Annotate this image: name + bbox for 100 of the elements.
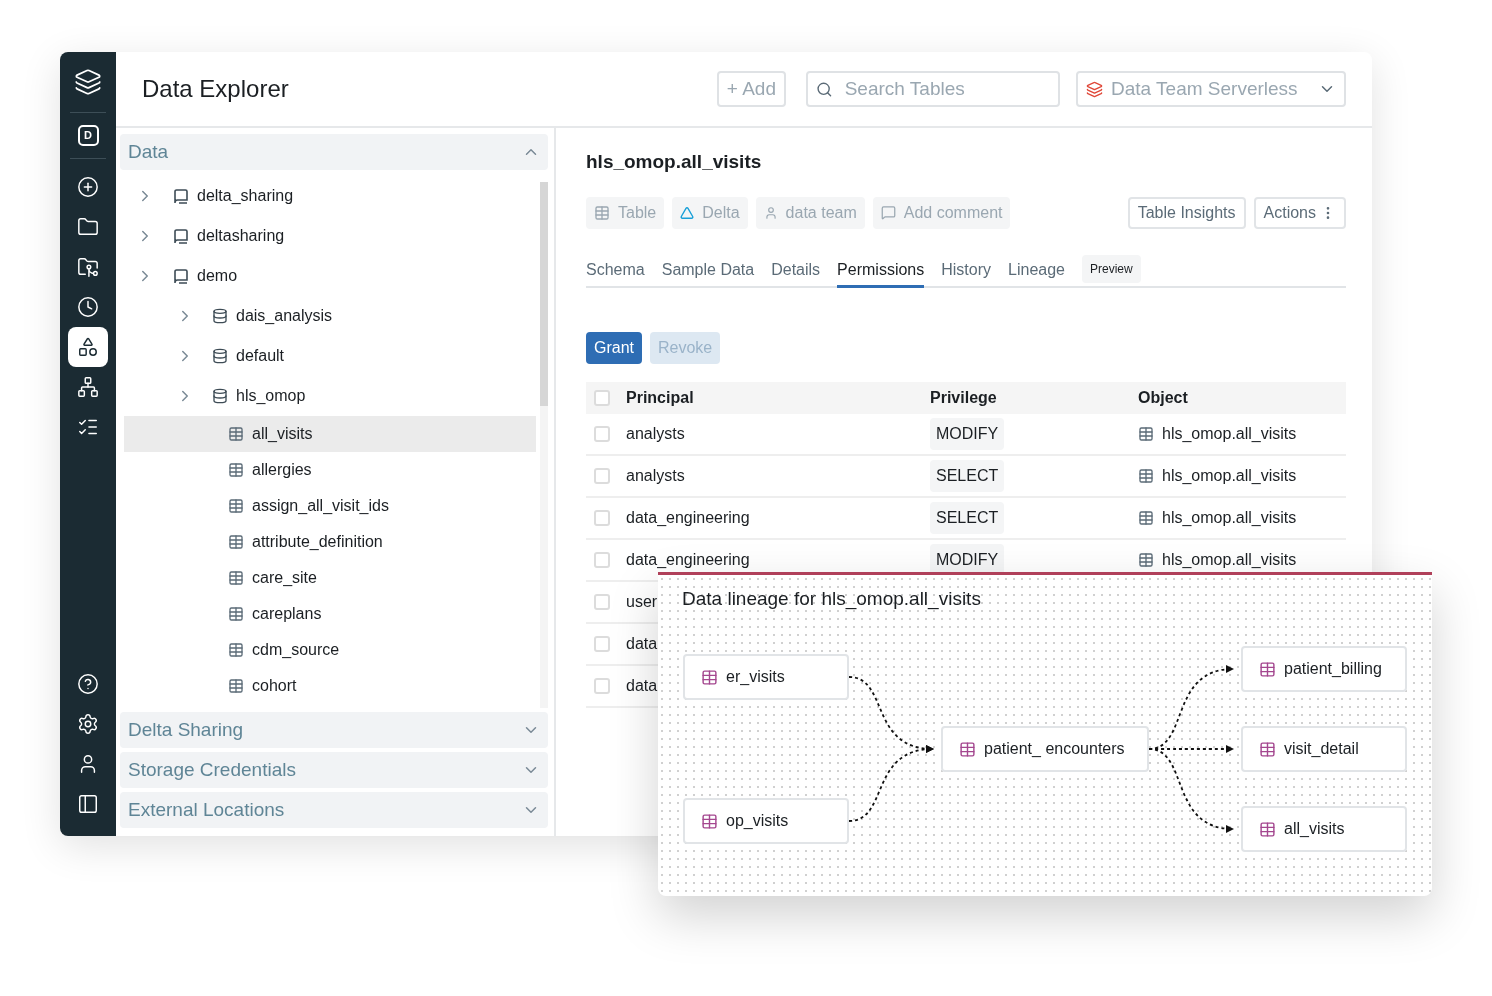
header-button[interactable]: Table Insights	[1127, 196, 1246, 229]
tree-item[interactable]: hls_omop	[124, 376, 536, 416]
lineage-node[interactable]: patient_billing	[1241, 646, 1407, 692]
search-box[interactable]: Search Tables	[806, 71, 1060, 107]
tab[interactable]: Details	[771, 257, 821, 288]
lineage-node[interactable]: op_visits	[683, 798, 849, 844]
tree-item-label: attribute_definition	[252, 532, 383, 552]
tree-item[interactable]: all_visits	[124, 416, 536, 452]
tree-item-label: demo	[197, 266, 238, 286]
catalog-icon	[172, 267, 189, 285]
tree-item-label: default	[236, 346, 285, 366]
shapes-icon[interactable]	[68, 327, 108, 367]
tree-item[interactable]: careplans	[124, 596, 536, 632]
header-button[interactable]: Actions	[1253, 196, 1346, 229]
lineage-node[interactable]: all_visits	[1241, 806, 1407, 852]
scrollbar[interactable]	[540, 182, 548, 708]
table-icon	[228, 570, 244, 586]
section-header[interactable]: Storage Credentials	[120, 752, 548, 788]
layers-logo-icon[interactable]	[74, 68, 102, 96]
user-icon	[763, 205, 778, 220]
tree-item-label: delta_sharing	[197, 186, 294, 206]
lineage-node[interactable]: er_visits	[683, 654, 849, 700]
table-cell: user	[626, 592, 658, 610]
lineage-node[interactable]: patient_ encounters	[941, 726, 1149, 772]
table-cell: analysts	[626, 466, 685, 484]
layers-icon	[1086, 80, 1103, 98]
node-label: er_visits	[726, 667, 785, 687]
tree-item[interactable]: dais_analysis	[124, 296, 536, 336]
table-icon	[228, 534, 244, 550]
node-label: all_visits	[1284, 819, 1345, 839]
table-cell-text: hls_omop.all_visits	[1162, 507, 1297, 528]
table-icon	[228, 606, 244, 622]
table-icon	[1259, 660, 1276, 678]
privilege-chip: MODIFY	[930, 417, 1005, 450]
tree-item[interactable]: deltasharing	[124, 216, 536, 256]
workspace-badge[interactable]: D	[77, 125, 99, 146]
column-header: Principal	[626, 387, 695, 408]
tree-item[interactable]: cdm_source	[124, 632, 536, 668]
action-button[interactable]: Grant	[586, 331, 642, 364]
table-icon	[228, 642, 244, 658]
checkbox[interactable]	[594, 425, 610, 442]
tab[interactable]: History	[941, 257, 992, 288]
column-header: Object	[1138, 387, 1188, 408]
checkbox[interactable]	[594, 389, 610, 406]
section-header[interactable]: External Locations	[120, 792, 548, 828]
table-cell: analysts	[626, 424, 685, 442]
tree-item[interactable]: delta_sharing	[124, 176, 536, 216]
checkbox[interactable]	[594, 593, 610, 610]
table-icon	[594, 204, 610, 221]
table-cell-text: hls_omop.all_visits	[1162, 465, 1297, 486]
tree-item[interactable]: allergies	[124, 452, 536, 488]
section-header[interactable]: Delta Sharing	[120, 712, 548, 748]
tree-item-label: cohort	[252, 676, 297, 696]
tab[interactable]: Sample Data	[661, 257, 755, 288]
tab[interactable]: Schema	[586, 257, 645, 288]
lineage-title: Data lineage for hls_omop.all_visits	[682, 587, 981, 612]
table-icon	[228, 678, 244, 694]
checkbox[interactable]	[594, 467, 610, 484]
tree-item-label: allergies	[252, 460, 312, 480]
tree-item[interactable]: demo	[124, 256, 536, 296]
checkbox[interactable]	[594, 677, 610, 694]
tree-item-label: assign_all_visit_ids	[252, 496, 389, 516]
tree-item[interactable]: attribute_definition	[124, 524, 536, 560]
table-icon	[1138, 467, 1154, 484]
table-icon	[1138, 425, 1154, 442]
tree-item-label: care_site	[252, 568, 317, 588]
tree-item[interactable]: assign_all_visit_ids	[124, 488, 536, 524]
table-cell: data_engineering	[626, 508, 750, 526]
database-icon	[212, 388, 228, 404]
preview-badge: Preview	[1082, 254, 1141, 283]
tab[interactable]: Lineage	[1008, 257, 1065, 288]
table-cell: data_engineering	[626, 550, 750, 568]
tab[interactable]: Permissions	[837, 257, 925, 288]
catalog-icon	[172, 227, 189, 245]
tag-chip: data team	[755, 196, 865, 229]
database-icon	[212, 308, 228, 324]
tag-chip: Table	[586, 196, 665, 229]
database-icon	[212, 348, 228, 364]
catalog-icon	[172, 187, 189, 205]
search-input[interactable]: Search Tables	[844, 74, 1050, 104]
tree-item[interactable]: cohort	[124, 668, 536, 704]
page-title: Data Explorer	[142, 74, 289, 104]
table-icon	[228, 498, 244, 514]
node-label: op_visits	[726, 811, 789, 831]
tree-item-label: dais_analysis	[236, 306, 333, 326]
lineage-node[interactable]: visit_detail	[1241, 726, 1407, 772]
table-icon	[959, 740, 976, 758]
checkbox[interactable]	[594, 635, 610, 652]
privilege-chip: SELECT	[930, 459, 1005, 492]
tree-item[interactable]: care_site	[124, 560, 536, 596]
checkbox[interactable]	[594, 551, 610, 568]
table-icon	[228, 462, 244, 478]
table-cell: data	[626, 634, 658, 652]
tree-item-label: all_visits	[252, 424, 313, 444]
column-header: Privilege	[930, 387, 998, 408]
tree-item[interactable]: default	[124, 336, 536, 376]
table-icon	[1259, 740, 1276, 758]
checkbox[interactable]	[594, 509, 610, 526]
section-header[interactable]: Data	[120, 134, 548, 170]
comment-icon	[880, 205, 896, 220]
